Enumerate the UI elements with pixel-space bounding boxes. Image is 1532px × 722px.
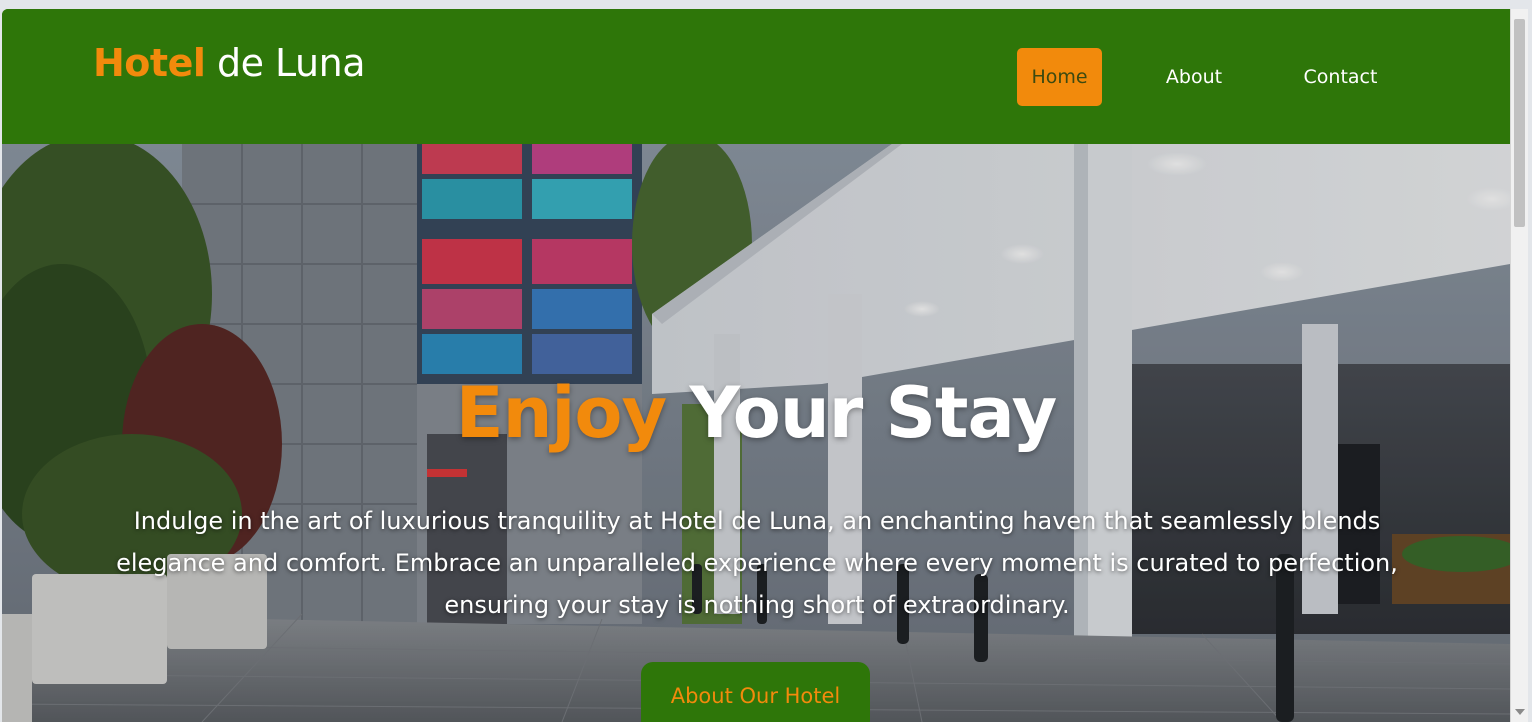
page-viewport: Hotel de Luna Home About Contact Enjoy Y…	[2, 9, 1510, 722]
about-our-hotel-button[interactable]: About Our Hotel	[641, 662, 870, 722]
hero-title-rest: Your Stay	[666, 372, 1058, 454]
brand-logo[interactable]: Hotel de Luna	[93, 41, 365, 85]
nav-link-about[interactable]: About	[1154, 48, 1234, 106]
brand-name-accent: Hotel	[93, 41, 206, 85]
browser-top-strip	[0, 0, 1532, 9]
scrollbar-thumb[interactable]	[1514, 19, 1525, 227]
vertical-scrollbar[interactable]	[1510, 9, 1528, 722]
hero-title: Enjoy Your Stay	[2, 372, 1510, 454]
hero-description: Indulge in the art of luxurious tranquil…	[116, 507, 1398, 619]
nav-link-home[interactable]: Home	[1017, 48, 1102, 106]
scroll-down-arrow-icon[interactable]	[1515, 709, 1525, 715]
brand-name-rest: de Luna	[205, 41, 366, 85]
navbar: Hotel de Luna Home About Contact	[2, 9, 1510, 144]
nav-link-contact[interactable]: Contact	[1288, 48, 1393, 106]
hero-title-accent: Enjoy	[455, 372, 667, 454]
hero-section: Enjoy Your Stay Indulge in the art of lu…	[2, 144, 1510, 722]
